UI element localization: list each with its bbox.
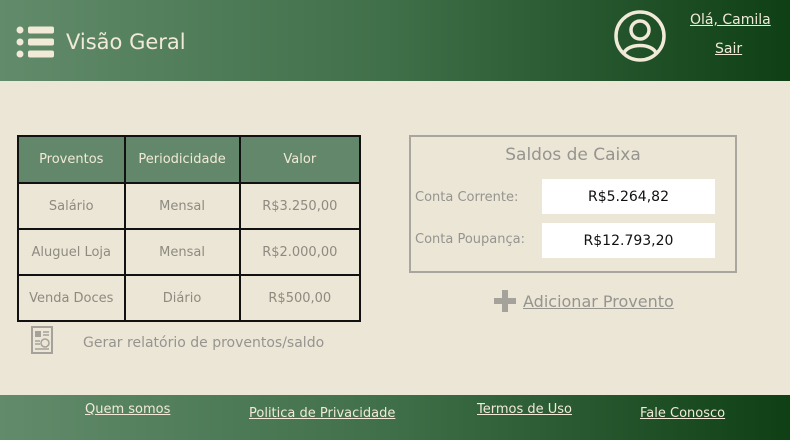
table-header-row: Proventos Periodicidade Valor [17,135,362,184]
header-bar: Visão Geral Olá, Camila Sair [0,0,790,81]
table-cell: Aluguel Loja [17,228,126,276]
proventos-table: Proventos Periodicidade Valor Salário Me… [17,135,362,322]
plus-icon [494,290,516,312]
column-header-periodicidade: Periodicidade [123,135,241,184]
add-provento-label: Adicionar Provento [523,291,674,311]
footer-link-termos[interactable]: Termos de Uso [477,402,572,417]
table-row: Aluguel Loja Mensal R$2.000,00 [17,228,362,276]
report-document-icon[interactable] [31,326,55,356]
table-cell: R$2.000,00 [238,228,362,276]
generate-report-link[interactable]: Gerar relatório de proventos/saldo [83,335,324,351]
saldos-title: Saldos de Caixa [505,145,641,165]
user-greeting-link[interactable]: Olá, Camila [690,12,771,28]
conta-corrente-value: R$5.264,82 [542,179,715,214]
table-row: Venda Doces Diário R$500,00 [17,274,362,322]
menu-icon[interactable] [16,26,56,62]
column-header-proventos: Proventos [17,135,126,184]
table-cell: Mensal [123,228,241,276]
footer-bar: Quem somos Politica de Privacidade Termo… [0,395,790,440]
user-avatar-icon[interactable] [612,8,668,64]
table-cell: Salário [17,182,126,230]
table-cell: Venda Doces [17,274,126,322]
footer-link-quem-somos[interactable]: Quem somos [85,402,170,417]
table-cell: Diário [123,274,241,322]
conta-corrente-label: Conta Corrente: [415,190,519,205]
logout-link[interactable]: Sair [715,41,742,57]
table-row: Salário Mensal R$3.250,00 [17,182,362,230]
saldos-panel: Saldos de Caixa Conta Corrente: R$5.264,… [409,135,737,273]
conta-poupanca-value: R$12.793,20 [542,223,715,258]
conta-poupanca-label: Conta Poupança: [415,232,525,247]
footer-link-fale-conosco[interactable]: Fale Conosco [640,406,725,421]
table-cell: R$3.250,00 [238,182,362,230]
page-title: Visão Geral [66,30,186,54]
footer-link-privacidade[interactable]: Politica de Privacidade [249,406,395,421]
add-provento-button[interactable]: Adicionar Provento [494,290,674,312]
column-header-valor: Valor [238,135,362,184]
table-cell: R$500,00 [238,274,362,322]
table-cell: Mensal [123,182,241,230]
